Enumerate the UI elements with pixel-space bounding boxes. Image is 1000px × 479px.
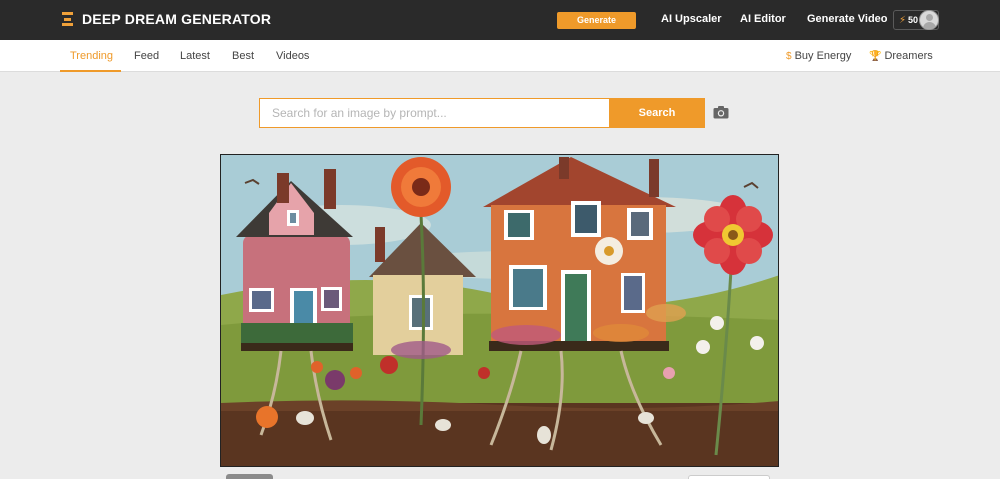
logo-icon bbox=[62, 12, 73, 26]
trophy-icon: 🏆 bbox=[869, 51, 882, 62]
like-button[interactable] bbox=[688, 475, 770, 479]
dreamers-label: Dreamers bbox=[884, 50, 933, 62]
tab-best[interactable]: Best bbox=[232, 50, 254, 62]
nav-ai-upscaler[interactable]: AI Upscaler bbox=[661, 13, 722, 25]
active-tab-indicator bbox=[60, 70, 121, 72]
buy-energy-link[interactable]: $ Buy Energy bbox=[786, 50, 851, 62]
search-bar: Search bbox=[259, 98, 705, 128]
brand-name: DEEP DREAM GENERATOR bbox=[82, 11, 272, 27]
bolt-icon: ⚡ bbox=[899, 14, 907, 26]
author-tag[interactable] bbox=[226, 474, 273, 479]
search-input[interactable] bbox=[259, 98, 609, 128]
dreamers-link[interactable]: 🏆 Dreamers bbox=[869, 50, 933, 62]
artwork-image bbox=[221, 155, 778, 466]
tab-feed[interactable]: Feed bbox=[134, 50, 159, 62]
top-bar: DEEP DREAM GENERATOR Generate AI Upscale… bbox=[0, 0, 1000, 40]
dollar-icon: $ bbox=[786, 51, 792, 62]
tab-videos[interactable]: Videos bbox=[276, 50, 309, 62]
tab-latest[interactable]: Latest bbox=[180, 50, 210, 62]
featured-artwork[interactable] bbox=[220, 154, 779, 467]
energy-count: 50 bbox=[908, 15, 919, 25]
generate-button[interactable]: Generate bbox=[557, 12, 636, 29]
brand-logo[interactable]: DEEP DREAM GENERATOR bbox=[62, 11, 271, 27]
nav-ai-editor[interactable]: AI Editor bbox=[740, 13, 786, 25]
camera-icon[interactable] bbox=[713, 105, 729, 119]
nav-generate-video[interactable]: Generate Video bbox=[807, 13, 888, 25]
sub-navigation: Trending Feed Latest Best Videos $ Buy En… bbox=[0, 40, 1000, 72]
avatar[interactable] bbox=[919, 10, 939, 30]
search-button[interactable]: Search bbox=[609, 98, 705, 128]
buy-energy-label: Buy Energy bbox=[794, 50, 852, 62]
tab-trending[interactable]: Trending bbox=[70, 50, 113, 62]
